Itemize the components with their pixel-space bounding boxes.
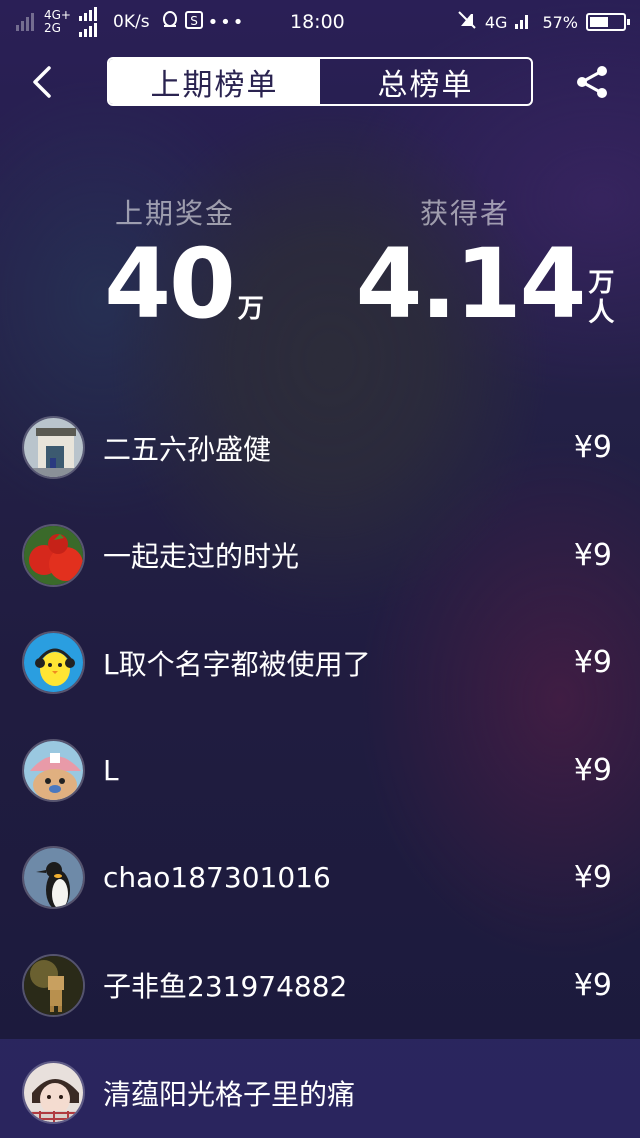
- tab-overall[interactable]: 总榜单: [320, 59, 531, 104]
- clock: 18:00: [290, 11, 345, 33]
- list-item[interactable]: 二五六孙盛健 ¥9: [0, 394, 640, 502]
- list-item-name: L: [103, 753, 119, 787]
- avatar: [22, 1061, 85, 1125]
- avatar: [22, 631, 85, 695]
- winners-stat: 获得者 4.14 万 人: [356, 192, 615, 332]
- network-type: 4G+ 2G: [44, 9, 71, 35]
- list-item[interactable]: L ¥9: [0, 717, 640, 825]
- winners-unit-bottom: 人: [588, 298, 615, 328]
- list-item-current-user[interactable]: 清蕴阳光格子里的痛: [0, 1039, 640, 1138]
- network-speed: 0K/s: [113, 12, 150, 32]
- list-item-name: 子非鱼231974882: [103, 970, 348, 1004]
- avatar: [22, 523, 85, 587]
- winners-value: 4.14: [355, 228, 587, 340]
- share-button[interactable]: [570, 62, 614, 102]
- svg-text:S: S: [190, 14, 198, 28]
- prize-unit: 万: [237, 294, 264, 324]
- signal-icon: [79, 7, 97, 37]
- more-notifications-icon: •••: [207, 11, 246, 33]
- mute-icon: [457, 10, 477, 34]
- list-item-amount: ¥9: [573, 430, 612, 466]
- list-item-amount: ¥9: [573, 752, 612, 788]
- list-item-amount: ¥9: [573, 967, 612, 1003]
- ranking-list: 二五六孙盛健 ¥9 一起走过的时光 ¥9 L取个名字都被使用了 ¥9 L ¥9 …: [0, 394, 640, 1138]
- chevron-left-icon: [33, 66, 51, 98]
- list-item-name: chao187301016: [103, 861, 331, 895]
- list-item-name: L取个名字都被使用了: [103, 647, 371, 681]
- avatar: [22, 738, 85, 802]
- list-item-amount: ¥9: [573, 645, 612, 681]
- list-item-name: 一起走过的时光: [103, 540, 300, 574]
- ranking-tab-switch: 上期榜单 总榜单: [107, 57, 533, 106]
- network-type-bottom: 2G: [44, 21, 61, 35]
- qq-icon: [160, 10, 180, 35]
- battery-icon: [586, 13, 630, 31]
- signal-icon-right: [515, 15, 529, 29]
- prize-label: 上期奖金: [114, 197, 235, 230]
- list-item[interactable]: 子非鱼231974882 ¥9: [0, 932, 640, 1040]
- avatar: [22, 416, 85, 480]
- network-type-right: 4G: [484, 12, 508, 32]
- winners-label: 获得者: [419, 197, 510, 230]
- list-item-amount: ¥9: [573, 537, 612, 573]
- winners-unit: 万 人: [588, 268, 614, 328]
- list-item[interactable]: 一起走过的时光 ¥9: [0, 502, 640, 610]
- battery-percentage: 57%: [542, 12, 578, 32]
- prize-stat: 上期奖金 40 万: [100, 192, 264, 340]
- list-item[interactable]: L取个名字都被使用了 ¥9: [0, 609, 640, 717]
- s-app-icon: S: [184, 10, 204, 35]
- list-item[interactable]: chao187301016 ¥9: [0, 824, 640, 932]
- list-item-name: 清蕴阳光格子里的痛: [103, 1077, 356, 1111]
- share-icon: [577, 66, 607, 98]
- prize-value: 40: [104, 228, 236, 340]
- tab-last-period[interactable]: 上期榜单: [109, 59, 320, 104]
- avatar: [22, 953, 85, 1017]
- signal-icon-dim: [16, 13, 34, 31]
- back-button[interactable]: [26, 62, 58, 102]
- avatar: [22, 846, 85, 910]
- winners-unit-top: 万: [588, 268, 615, 298]
- list-item-amount: ¥9: [573, 860, 612, 896]
- list-item-name: 二五六孙盛健: [103, 432, 272, 466]
- status-bar: 4G+ 2G 0K/s S ••• 18:00 4G 57%: [0, 0, 640, 44]
